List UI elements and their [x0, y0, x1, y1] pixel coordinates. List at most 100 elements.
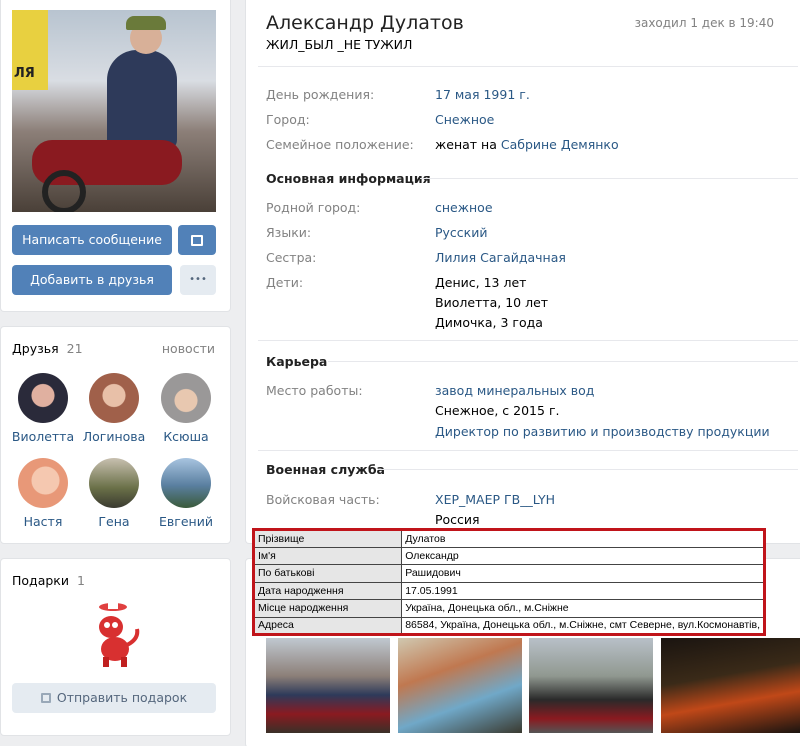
- table-key: Місце народження: [252, 599, 403, 618]
- table-key: Прізвище: [252, 529, 403, 548]
- avatar: [18, 458, 68, 508]
- gift-item[interactable]: [81, 599, 145, 669]
- work-place: Снежное, с 2015 г.: [435, 403, 560, 418]
- friends-block: Друзья 21 новости Виолетта Логинова Ксюш…: [0, 326, 231, 544]
- work-label: Место работы:: [266, 383, 363, 398]
- career-title[interactable]: Карьера: [266, 354, 327, 369]
- section-line: [420, 178, 798, 179]
- photo-banner-text: ЛЯ: [14, 66, 35, 81]
- table-row: Місце народження Україна, Донецька обл., …: [252, 599, 765, 618]
- friend-item[interactable]: Ксюша: [151, 373, 221, 444]
- more-actions-button[interactable]: •••: [180, 265, 216, 295]
- table-row: По батькові Рашидович: [252, 564, 765, 583]
- last-seen: заходил 1 дек в 19:40: [634, 16, 774, 30]
- profile-card: ЛЯ Написать сообщение Добавить в друзья …: [0, 0, 231, 312]
- table-value: Олександр: [401, 546, 765, 565]
- table-row: Ім'я Олександр: [252, 546, 765, 565]
- child-item: Димочка, 3 года: [435, 315, 543, 330]
- photo-thumb[interactable]: [266, 638, 390, 733]
- section-line: [378, 469, 798, 470]
- avatar: [89, 373, 139, 423]
- send-message-button[interactable]: Написать сообщение: [12, 225, 172, 255]
- friend-name: Евгений: [159, 514, 213, 529]
- work-value[interactable]: завод минеральных вод: [435, 383, 594, 398]
- add-friend-button[interactable]: Добавить в друзья: [12, 265, 172, 295]
- child-item: Денис, 13 лет: [435, 275, 527, 290]
- gift-icon: [191, 235, 203, 246]
- overlay-data-table: Прізвище Дулатов Ім'я Олександр По батьков…: [252, 528, 766, 636]
- friends-header[interactable]: Друзья 21: [12, 341, 83, 356]
- gift-button[interactable]: [178, 225, 216, 255]
- spouse-link[interactable]: Сабрине Демянко: [501, 137, 619, 152]
- gift-dog-icon: [99, 603, 140, 667]
- section-line: [328, 361, 798, 362]
- hometown-value[interactable]: снежное: [435, 200, 493, 215]
- sister-label: Сестра:: [266, 250, 317, 265]
- table-value: Україна, Донецька обл., м.Сніжне: [401, 599, 765, 618]
- friend-name: Логинова: [82, 429, 146, 444]
- send-gift-label: Отправить подарок: [56, 690, 188, 705]
- table-value: 17.05.1991: [401, 581, 765, 600]
- table-row: Дата народження 17.05.1991: [252, 581, 765, 600]
- birthday-value[interactable]: 17 мая 1991 г.: [435, 87, 530, 102]
- table-row: Адреса 86584, Україна, Донецька обл., м.С…: [252, 616, 765, 635]
- friends-count: 21: [66, 341, 83, 356]
- military-country: Россия: [435, 512, 480, 527]
- city-value[interactable]: Снежное: [435, 112, 494, 127]
- friend-item[interactable]: Евгений: [151, 458, 221, 529]
- photo-wheel: [42, 170, 86, 212]
- family-prefix: женат на: [435, 137, 497, 152]
- table-row: Прізвище Дулатов: [252, 529, 765, 548]
- table-key: По батькові: [252, 564, 403, 583]
- table-key: Адреса: [252, 616, 403, 635]
- divider: [258, 450, 798, 451]
- photo-person: [107, 50, 177, 150]
- languages-value[interactable]: Русский: [435, 225, 487, 240]
- photo-thumb[interactable]: [529, 638, 653, 733]
- gifts-header[interactable]: Подарки 1: [12, 573, 85, 588]
- hometown-label: Родной город:: [266, 200, 361, 215]
- main-info-title[interactable]: Основная информация: [266, 171, 431, 186]
- child-item: Виолетта, 10 лет: [435, 295, 549, 310]
- friend-item[interactable]: Логинова: [79, 373, 149, 444]
- page-title: Александр Дулатов: [266, 12, 464, 34]
- friend-name: Гена: [98, 514, 130, 529]
- friend-item[interactable]: Виолетта: [8, 373, 78, 444]
- table-value: Рашидович: [401, 564, 765, 583]
- table-value: 86584, Україна, Донецька обл., м.Сніжне,…: [401, 616, 765, 635]
- friend-item[interactable]: Настя: [8, 458, 78, 529]
- photo-thumb[interactable]: [398, 638, 522, 733]
- send-gift-button[interactable]: Отправить подарок: [12, 683, 216, 713]
- photo-cap: [126, 16, 166, 30]
- gifts-block: Подарки 1 Отправить подарок: [0, 558, 231, 736]
- gifts-count: 1: [76, 573, 85, 588]
- military-title[interactable]: Военная служба: [266, 462, 385, 477]
- work-position[interactable]: Директор по развитию и производству прод…: [435, 424, 770, 439]
- unit-value[interactable]: ХЕР_МАЕР ГВ__LYH: [435, 492, 555, 507]
- family-value: женат на Сабрине Демянко: [435, 137, 619, 152]
- table-key: Ім'я: [252, 546, 403, 565]
- friend-name: Ксюша: [163, 429, 209, 444]
- avatar: [89, 458, 139, 508]
- divider: [258, 66, 798, 67]
- friends-title: Друзья: [12, 341, 59, 356]
- sister-value[interactable]: Лилия Сагайдачная: [435, 250, 566, 265]
- languages-label: Языки:: [266, 225, 312, 240]
- family-label: Семейное положение:: [266, 137, 414, 152]
- unit-label: Войсковая часть:: [266, 492, 380, 507]
- children-label: Дети:: [266, 275, 304, 290]
- gift-icon: [40, 693, 51, 703]
- profile-status: ЖИЛ_БЫЛ _НЕ ТУЖИЛ: [266, 37, 413, 52]
- friend-item[interactable]: Гена: [79, 458, 149, 529]
- friends-news-link[interactable]: новости: [162, 341, 215, 356]
- friend-name: Виолетта: [11, 429, 75, 444]
- profile-photo[interactable]: ЛЯ: [12, 10, 216, 212]
- divider: [258, 340, 798, 341]
- avatar: [18, 373, 68, 423]
- city-label: Город:: [266, 112, 310, 127]
- gifts-title: Подарки: [12, 573, 69, 588]
- birthday-label: День рождения:: [266, 87, 375, 102]
- table-key: Дата народження: [252, 581, 403, 600]
- table-value: Дулатов: [401, 529, 765, 548]
- photo-thumb[interactable]: [661, 638, 800, 733]
